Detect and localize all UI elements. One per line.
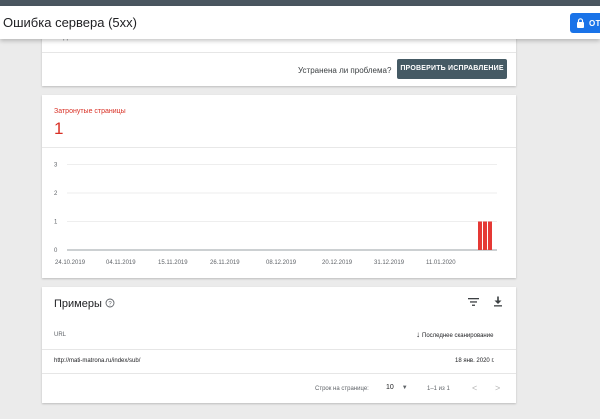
table-row-url[interactable]: http://mati-matrona.ru/index/sub/: [54, 358, 140, 364]
dropdown-arrow-icon: ▼: [401, 385, 408, 391]
pagination-range: 1–1 из 1: [427, 386, 450, 392]
download-icon[interactable]: [493, 296, 503, 307]
examples-title: Примеры: [54, 298, 102, 310]
rows-per-page-value: 10: [386, 384, 394, 391]
rows-per-page-label: Строк на странице:: [315, 386, 369, 392]
prev-page-icon[interactable]: <: [472, 383, 477, 393]
x-tick-label: 15.11.2019: [158, 260, 188, 266]
examples-card: Примеры ? URL ↓ Последнее сканирование ht…: [42, 287, 516, 403]
table-row-date: 18 янв. 2020 г.: [455, 358, 495, 364]
help-icon[interactable]: ?: [105, 298, 115, 308]
filter-icon[interactable]: [468, 297, 479, 307]
column-header-url[interactable]: URL: [54, 332, 66, 338]
x-tick-label: 20.12.2019: [322, 260, 353, 266]
verify-fix-button[interactable]: ПРОВЕРИТЬ ИСПРАВЛЕНИЕ: [397, 59, 507, 79]
chart-bar: [483, 221, 487, 250]
next-page-icon[interactable]: >: [495, 383, 500, 393]
divider: [42, 147, 516, 148]
x-tick-label: 31.12.2019: [374, 260, 405, 266]
share-button[interactable]: ОТ: [570, 13, 600, 33]
y-tick-label: 2: [54, 191, 58, 197]
share-button-label: ОТ: [589, 19, 600, 28]
sort-down-icon: ↓: [416, 330, 420, 339]
chart-bar: [478, 221, 482, 250]
column-header-last-crawl[interactable]: ↓ Последнее сканирование: [416, 330, 493, 339]
page-title: Ошибка сервера (5xx): [3, 15, 137, 30]
fixed-question: Устранена ли проблема?: [298, 66, 392, 75]
x-tick-label: 26.11.2019: [210, 260, 240, 266]
page-header: Ошибка сервера (5xx) ОТ: [0, 6, 600, 39]
affected-pages-chart: 0 1 2 3 24.10.2019 04.11.2019 15.11.2019 26.11.…: [54, 163, 497, 266]
x-tick-label: 04.11.2019: [106, 260, 136, 266]
divider: [42, 373, 516, 374]
divider: [42, 349, 516, 350]
y-tick-label: 3: [54, 163, 58, 169]
affected-pages-count: 1: [54, 119, 64, 138]
lock-icon: [577, 18, 584, 28]
x-tick-label: 11.01.2020: [426, 260, 456, 266]
affected-pages-label: Затронутые страницы: [54, 108, 126, 115]
rows-per-page-select[interactable]: 10 ▼: [386, 384, 408, 391]
y-tick-label: 1: [54, 220, 58, 226]
x-tick-label: 08.12.2019: [266, 260, 297, 266]
column-header-last-crawl-label: Последнее сканирование: [422, 333, 494, 339]
y-tick-label: 0: [54, 248, 58, 254]
affected-pages-card: Затронутые страницы 1 0 1 2 3 24.10.2019 04.1…: [42, 95, 516, 278]
x-tick-label: 24.10.2019: [55, 260, 86, 266]
divider: [42, 52, 516, 53]
chart-bar: [488, 221, 492, 250]
